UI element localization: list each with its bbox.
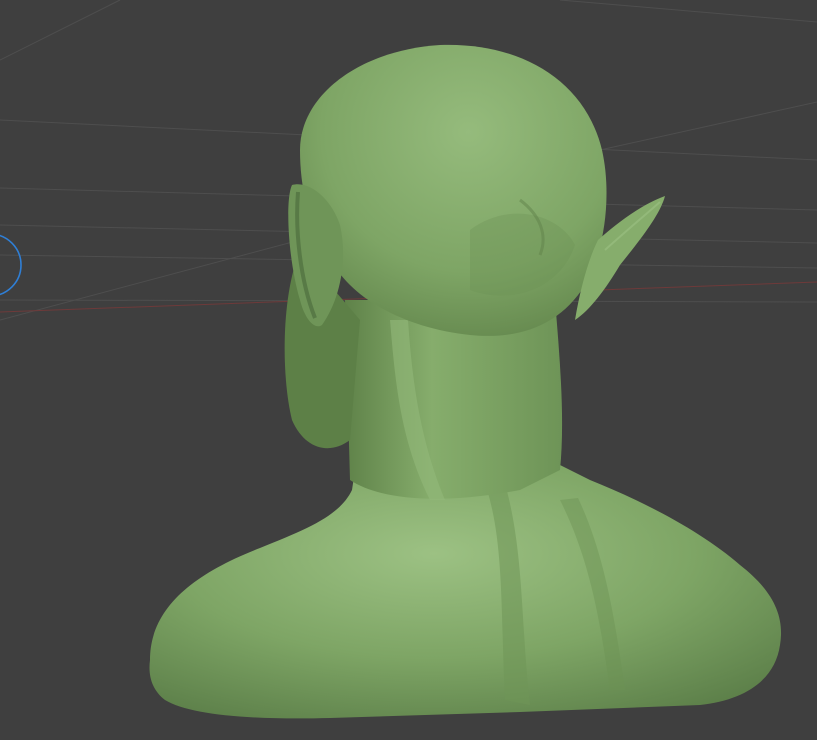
- model-head: [300, 44, 607, 336]
- viewport-canvas[interactable]: [0, 0, 817, 740]
- circle-brush-cursor-icon: [0, 234, 22, 296]
- 3d-viewport[interactable]: [0, 0, 817, 740]
- model-shoulders: [149, 465, 782, 719]
- sculpt-model-bust[interactable]: [149, 44, 782, 719]
